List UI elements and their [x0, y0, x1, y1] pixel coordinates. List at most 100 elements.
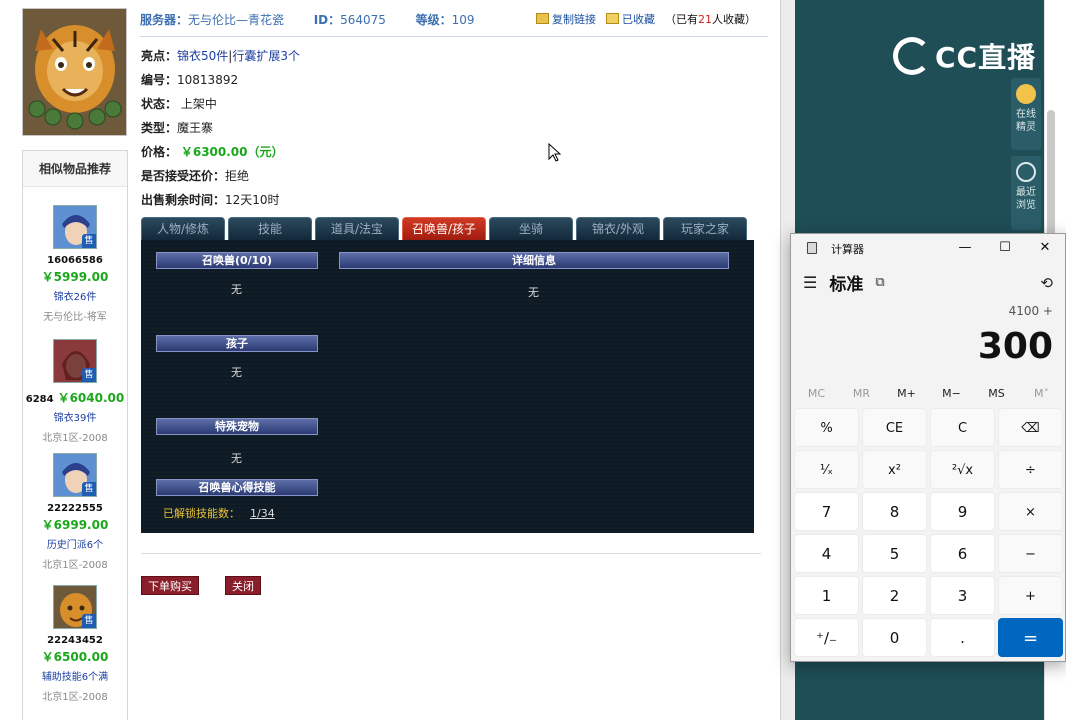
copy-link-button[interactable]: 复制链接 — [536, 11, 596, 27]
similar-item-id: 22243452 — [47, 635, 103, 646]
remaining-time-row: 出售剩余时间：12天10时 — [141, 191, 280, 208]
add-key[interactable]: + — [998, 576, 1063, 615]
favorited-button[interactable]: 已收藏 — [606, 11, 655, 27]
price-value: ￥6300.00（元） — [180, 145, 284, 159]
highlight-link-bag[interactable]: 行囊扩展3个 — [232, 49, 300, 63]
tab-character[interactable]: 人物/修炼 — [141, 217, 225, 240]
special-pet-value: 无 — [231, 452, 242, 465]
type-value: 魔王寨 — [177, 121, 214, 135]
digit-5-key[interactable]: 5 — [862, 534, 927, 573]
digit-0-key[interactable]: 0 — [862, 618, 927, 657]
tiger-character-icon — [23, 9, 126, 135]
similar-item-server: 北京1区-2008 — [42, 560, 108, 571]
buy-button[interactable]: 下单购买 — [141, 576, 199, 595]
detail-section-title: 详细信息 — [339, 252, 729, 269]
online-sprite-button[interactable]: 在线精灵 — [1011, 78, 1041, 150]
code-value: 10813892 — [177, 73, 239, 87]
keep-on-top-icon[interactable]: ⧉ — [875, 275, 884, 290]
similar-item[interactable]: 售 22243452 ￥6500.00 辅助技能6个满 北京1区-2008 — [23, 585, 127, 703]
similar-items-panel: 相似物品推荐 售 16066586 ￥5999.00 锦衣26件 无与伦比-将军… — [22, 150, 128, 720]
digit-9-key[interactable]: 9 — [930, 492, 995, 531]
tab-skills[interactable]: 技能 — [228, 217, 312, 240]
tab-items[interactable]: 道具/法宝 — [315, 217, 399, 240]
cc-logo-text: CC直播 — [935, 41, 1037, 74]
counter-offer-value: 拒绝 — [225, 169, 250, 183]
history-icon[interactable]: ⟲ — [1040, 274, 1053, 292]
calculator-expression: 4100 + — [1008, 304, 1053, 318]
cc-logo-icon — [893, 37, 931, 75]
memory-add-button[interactable]: M+ — [884, 384, 929, 404]
maximize-button[interactable]: ☐ — [985, 234, 1025, 262]
equals-key[interactable]: = — [998, 618, 1063, 657]
similar-item-desc[interactable]: 历史门派6个 — [23, 536, 127, 551]
similar-item[interactable]: 售 6284 ￥6040.00 锦衣39件 北京1区-2008 — [23, 339, 127, 444]
reciprocal-key[interactable]: ¹⁄ₓ — [794, 450, 859, 489]
sold-badge: 售 — [82, 368, 96, 382]
hamburger-menu-icon[interactable]: ☰ — [803, 273, 817, 292]
digit-8-key[interactable]: 8 — [862, 492, 927, 531]
subtract-key[interactable]: − — [998, 534, 1063, 573]
similar-item-price: ￥6040.00 — [57, 391, 125, 405]
memory-list-button[interactable]: M˅ — [1019, 384, 1064, 404]
digit-4-key[interactable]: 4 — [794, 534, 859, 573]
similar-item-thumbnail[interactable]: 售 — [53, 339, 97, 383]
copy-link-label: 复制链接 — [552, 13, 596, 26]
similar-item-desc[interactable]: 锦衣26件 — [23, 288, 127, 303]
highlight-label: 亮点： — [141, 49, 178, 63]
memory-store-button[interactable]: MS — [974, 384, 1019, 404]
highlight-link-outfits[interactable]: 锦衣50件 — [177, 49, 228, 63]
similar-item-thumbnail[interactable]: 售 — [53, 205, 97, 249]
recent-browse-label: 最近浏览 — [1016, 187, 1036, 211]
code-row: 编号：10813892 — [141, 71, 238, 88]
clear-key[interactable]: C — [930, 408, 995, 447]
similar-item-server: 无与伦比-将军 — [43, 312, 107, 323]
minimize-button[interactable]: — — [945, 234, 985, 262]
digit-6-key[interactable]: 6 — [930, 534, 995, 573]
close-window-button[interactable]: ✕ — [1025, 234, 1065, 262]
similar-item[interactable]: 售 16066586 ￥5999.00 锦衣26件 无与伦比-将军 — [23, 205, 127, 323]
memory-subtract-button[interactable]: M− — [929, 384, 974, 404]
multiply-key[interactable]: × — [998, 492, 1063, 531]
tab-outfits[interactable]: 锦衣/外观 — [576, 217, 660, 240]
online-sprite-label: 在线精灵 — [1016, 109, 1036, 133]
memory-recall-button[interactable]: MR — [839, 384, 884, 404]
similar-item-price: ￥6500.00 — [41, 650, 109, 664]
pets-section-title: 召唤兽(0/10) — [156, 252, 318, 269]
divide-key[interactable]: ÷ — [998, 450, 1063, 489]
similar-item-desc[interactable]: 锦衣39件 — [23, 409, 127, 424]
digit-1-key[interactable]: 1 — [794, 576, 859, 615]
close-button[interactable]: 关闭 — [225, 576, 261, 595]
level-value: 109 — [451, 13, 475, 27]
negate-key[interactable]: ⁺∕₋ — [794, 618, 859, 657]
level-label: 等级： — [415, 13, 452, 27]
square-root-key[interactable]: ²√x — [930, 450, 995, 489]
similar-item-thumbnail[interactable]: 售 — [53, 453, 97, 497]
tab-home[interactable]: 玩家之家 — [663, 217, 747, 240]
recent-browse-button[interactable]: 最近浏览 — [1011, 156, 1041, 230]
clear-entry-key[interactable]: CE — [862, 408, 927, 447]
similar-item-server: 北京1区-2008 — [42, 433, 108, 444]
id-value: 564075 — [340, 13, 386, 27]
digit-3-key[interactable]: 3 — [930, 576, 995, 615]
similar-item-thumbnail[interactable]: 售 — [53, 585, 97, 629]
favorite-icon — [606, 13, 619, 24]
trade-detail-page: 相似物品推荐 售 16066586 ￥5999.00 锦衣26件 无与伦比-将军… — [0, 0, 780, 720]
tab-pets[interactable]: 召唤兽/孩子 — [402, 217, 486, 240]
unlocked-skills-value[interactable]: 1/34 — [250, 507, 275, 520]
square-key[interactable]: x² — [862, 450, 927, 489]
type-row: 类型：魔王寨 — [141, 119, 213, 136]
remaining-time-label: 出售剩余时间： — [141, 193, 226, 207]
fav-count-suffix: 人收藏） — [712, 13, 756, 26]
digit-2-key[interactable]: 2 — [862, 576, 927, 615]
calculator-titlebar[interactable]: 计算器 — ☐ ✕ — [791, 234, 1065, 262]
digit-7-key[interactable]: 7 — [794, 492, 859, 531]
tab-mounts[interactable]: 坐骑 — [489, 217, 573, 240]
similar-item-server: 北京1区-2008 — [42, 692, 108, 703]
decimal-key[interactable]: . — [930, 618, 995, 657]
unlocked-skills-row: 已解锁技能数： 1/34 — [163, 505, 275, 521]
similar-item-desc[interactable]: 辅助技能6个满 — [23, 668, 127, 683]
similar-item[interactable]: 售 22222555 ￥6999.00 历史门派6个 北京1区-2008 — [23, 453, 127, 571]
percent-key[interactable]: % — [794, 408, 859, 447]
backspace-key[interactable]: ⌫ — [998, 408, 1063, 447]
memory-clear-button[interactable]: MC — [794, 384, 839, 404]
